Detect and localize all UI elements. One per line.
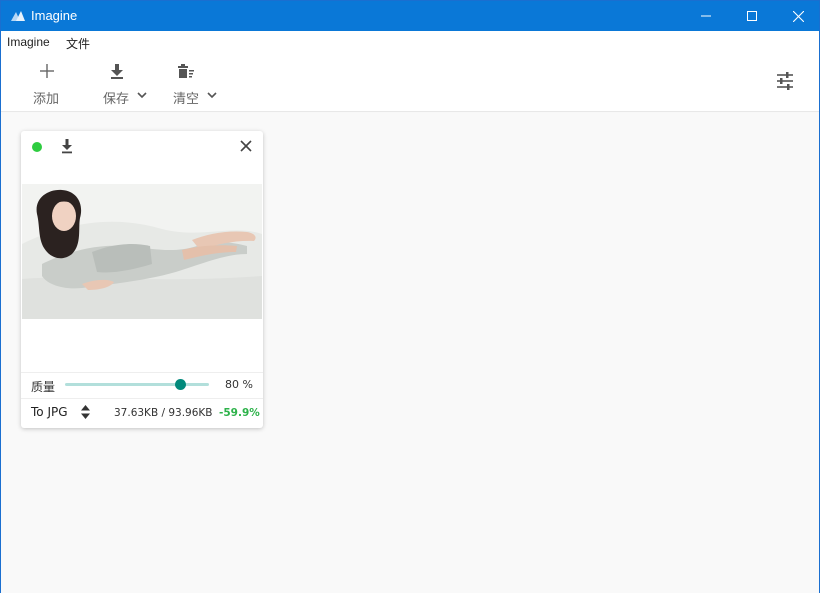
up-down-arrows-icon[interactable] [81,405,90,419]
chevron-down-icon [137,92,147,99]
clear-button[interactable]: 清空 [171,53,221,109]
quality-value: 80 % [225,378,253,391]
quality-slider[interactable] [65,379,209,390]
image-list-area: 质量 80 % To JPG 37.63KB / 93.96KB -59.9% [1,113,819,593]
clear-label: 清空 [173,92,200,107]
save-label: 保存 [103,92,130,107]
menu-item-file[interactable]: 文件 [66,35,90,52]
divider [21,398,263,399]
status-dot [32,142,42,152]
menu-item-imagine[interactable]: Imagine [7,35,50,49]
menu-bar: Imagine 文件 [1,31,819,53]
image-card: 质量 80 % To JPG 37.63KB / 93.96KB -59.9% [21,131,263,428]
quality-label: 质量 [31,380,56,394]
add-label: 添加 [33,92,60,107]
close-button[interactable] [775,1,820,31]
close-icon [792,10,804,22]
download-icon [111,64,123,79]
sliders-icon[interactable] [775,71,795,91]
plus-icon [40,64,54,78]
close-icon[interactable] [239,139,253,153]
app-window: Imagine Imagine 文件 添加 保存 清空 质量 80 % To J… [0,0,820,593]
maximize-button[interactable] [729,1,775,31]
save-button[interactable]: 保存 [101,53,151,109]
trash-icon [178,64,194,78]
chevron-down-icon [207,92,217,99]
minimize-button[interactable] [683,1,729,31]
image-preview[interactable] [22,184,262,319]
toolbar: 添加 保存 清空 [1,53,819,112]
format-select[interactable]: To JPG [31,405,68,419]
slider-track[interactable] [65,383,209,386]
size-reduction: -59.9% [219,407,260,419]
maximize-icon [747,11,757,21]
add-button[interactable]: 添加 [31,53,65,109]
app-logo-icon [11,11,25,21]
minimize-icon [701,15,711,17]
download-icon[interactable] [59,138,75,154]
slider-thumb[interactable] [175,379,187,390]
window-title: Imagine [31,8,78,23]
title-bar[interactable]: Imagine [1,1,819,31]
file-sizes: 37.63KB / 93.96KB [114,407,213,419]
divider [21,372,263,373]
